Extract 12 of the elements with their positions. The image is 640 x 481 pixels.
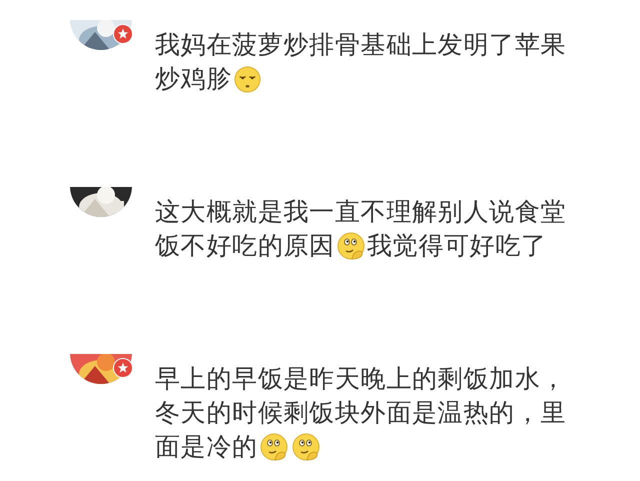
comment-text: 冬天的时候剩饭块外面是温热的，里 bbox=[155, 397, 566, 429]
comment-text: 面是冷的 bbox=[155, 431, 258, 463]
thinking-face-icon bbox=[260, 433, 288, 461]
comment-text: 我觉得可好吃了 bbox=[366, 230, 547, 262]
comment-text: 我妈在菠萝炒排骨基础上发明了苹果 bbox=[155, 29, 566, 61]
sleepy-face-icon bbox=[234, 66, 262, 92]
comment-text: 早上的早饭是昨天晚上的剩饭加水， bbox=[155, 363, 566, 395]
comment-text: 炒鸡胗 bbox=[155, 63, 232, 95]
thinking-face-icon bbox=[336, 232, 365, 260]
comment-text: 饭不好吃的原因 bbox=[155, 230, 335, 262]
thinking-face-icon bbox=[292, 433, 320, 461]
comment-text: 这大概就是我一直不理解别人说食堂 bbox=[155, 196, 566, 228]
